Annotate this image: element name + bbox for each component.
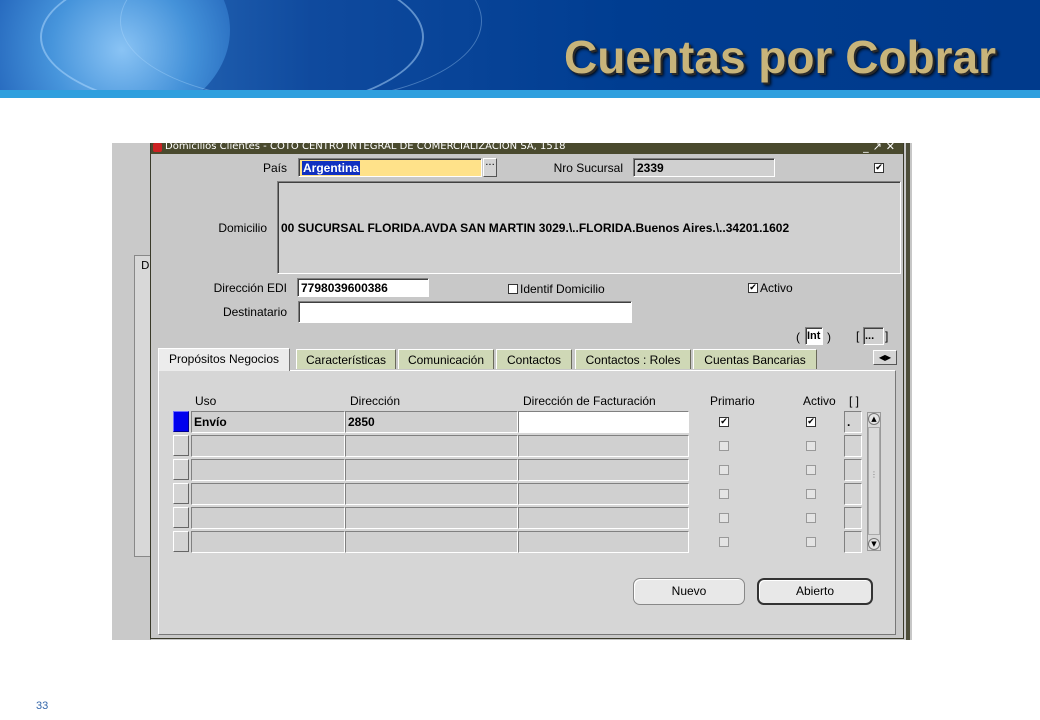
domicilios-window: Domicilios Clientes - COTO CENTRO INTEGR…: [150, 143, 904, 639]
maximize-icon[interactable]: ↗: [873, 143, 886, 153]
tab-contactos-roles[interactable]: Contactos : Roles: [575, 349, 691, 369]
primario-checkbox[interactable]: [719, 489, 729, 499]
facturacion-cell[interactable]: [518, 483, 689, 505]
destinatario-field[interactable]: [298, 301, 632, 323]
tab-scroll-arrows-icon[interactable]: ◀▶: [873, 350, 897, 365]
window-titlebar[interactable]: Domicilios Clientes - COTO CENTRO INTEGR…: [151, 143, 903, 154]
primario-checkbox[interactable]: [719, 465, 729, 475]
domicilio-label: Domicilio: [218, 221, 267, 235]
activo-checkbox[interactable]: ✔: [748, 283, 758, 293]
destinatario-label: Destinatario: [222, 305, 287, 319]
scroll-down-icon[interactable]: ▼: [868, 538, 880, 550]
tab-propositos[interactable]: Propósitos Negocios: [158, 348, 290, 371]
tab-comunicacion[interactable]: Comunicación: [398, 349, 494, 369]
row-selector[interactable]: [173, 411, 189, 432]
activo-checkbox[interactable]: [806, 513, 816, 523]
direccion-cell[interactable]: [345, 483, 518, 505]
lov-button[interactable]: ···: [483, 158, 497, 177]
facturacion-cell[interactable]: [518, 507, 689, 529]
activo-checkbox[interactable]: [806, 465, 816, 475]
activo-checkbox[interactable]: [806, 489, 816, 499]
row-selector[interactable]: [173, 435, 189, 456]
minimize-icon[interactable]: _: [863, 143, 873, 153]
col-primario: Primario: [710, 394, 755, 408]
tab-caracteristicas[interactable]: Características: [296, 349, 396, 369]
grid-scrollbar[interactable]: ▲ ⋮ ▼: [867, 412, 881, 551]
header-strip: [0, 90, 1040, 98]
window-controls[interactable]: _↗✕: [863, 143, 899, 153]
extra-cell[interactable]: [844, 459, 862, 481]
identif-label: Identif Domicilio: [520, 282, 605, 296]
pais-label: País: [262, 161, 287, 175]
page-number: 33: [36, 700, 49, 712]
scroll-thumb[interactable]: ⋮: [868, 427, 880, 535]
uso-cell[interactable]: Envío: [191, 411, 345, 433]
int-bracket: ): [827, 330, 831, 344]
scroll-up-icon[interactable]: ▲: [868, 413, 880, 425]
edi-label: Dirección EDI: [213, 281, 287, 295]
facturacion-cell[interactable]: [518, 531, 689, 553]
col-activo: Activo: [803, 394, 836, 408]
direccion-cell[interactable]: [345, 435, 518, 457]
uso-cell[interactable]: [191, 531, 345, 553]
close-icon[interactable]: ✕: [886, 143, 899, 153]
row-selector[interactable]: [173, 507, 189, 528]
more-field[interactable]: ...: [863, 327, 884, 345]
pais-value: Argentina: [302, 161, 361, 175]
tab-contactos[interactable]: Contactos: [496, 349, 572, 369]
identif-checkbox[interactable]: [508, 284, 518, 294]
primario-checkbox[interactable]: [719, 537, 729, 547]
row-selector[interactable]: [173, 531, 189, 552]
sucursal-label: Nro Sucursal: [553, 161, 623, 175]
slide-header-banner: Cuentas por Cobrar: [0, 0, 1040, 98]
direccion-cell[interactable]: [345, 531, 518, 553]
edi-field[interactable]: 7798039600386: [297, 278, 429, 297]
direccion-cell[interactable]: [345, 459, 518, 481]
pais-field[interactable]: Argentina: [298, 158, 482, 177]
direccion-cell[interactable]: 2850: [345, 411, 518, 433]
direccion-cell[interactable]: [345, 507, 518, 529]
uso-cell[interactable]: [191, 483, 345, 505]
tab-cuentas-bancarias[interactable]: Cuentas Bancarias: [693, 349, 817, 369]
primario-checkbox[interactable]: ✔: [719, 417, 729, 427]
activo-checkbox[interactable]: [806, 537, 816, 547]
extra-cell[interactable]: [844, 531, 862, 553]
col-extra: [ ]: [849, 394, 860, 408]
activo-checkbox[interactable]: [806, 441, 816, 451]
col-direccion: Dirección: [350, 394, 401, 408]
extra-cell[interactable]: .: [844, 411, 862, 433]
activo-checkbox[interactable]: ✔: [806, 417, 816, 427]
extra-cell[interactable]: [844, 483, 862, 505]
header-checkbox[interactable]: ✔: [874, 163, 884, 173]
extra-cell[interactable]: [844, 507, 862, 529]
window-title: Domicilios Clientes - COTO CENTRO INTEGR…: [165, 143, 566, 152]
col-uso: Uso: [195, 394, 217, 408]
row-selector[interactable]: [173, 483, 189, 504]
int-bracket: (: [796, 330, 800, 344]
uso-cell[interactable]: [191, 507, 345, 529]
extra-cell[interactable]: [844, 435, 862, 457]
col-facturacion: Dirección de Facturación: [523, 394, 656, 408]
background-label: D: [141, 259, 150, 272]
row-selector[interactable]: [173, 459, 189, 480]
background-window: D: [112, 143, 152, 640]
facturacion-cell[interactable]: [518, 435, 689, 457]
facturacion-cell[interactable]: [518, 459, 689, 481]
activo-label: Activo: [760, 281, 793, 295]
int-field[interactable]: Int: [805, 327, 823, 345]
primario-checkbox[interactable]: [719, 513, 729, 523]
more-bracket: ]: [885, 329, 889, 343]
primario-checkbox[interactable]: [719, 441, 729, 451]
uso-cell[interactable]: [191, 435, 345, 457]
abierto-button[interactable]: Abierto: [757, 578, 873, 605]
app-icon: [153, 143, 162, 152]
uso-cell[interactable]: [191, 459, 345, 481]
forms-screenshot: D Domicilios Clientes - COTO CENTRO INTE…: [112, 143, 912, 640]
domicilio-field[interactable]: 00 SUCURSAL FLORIDA.AVDA SAN MARTIN 3029…: [277, 181, 901, 274]
nuevo-button[interactable]: Nuevo: [633, 578, 745, 605]
facturacion-cell[interactable]: [518, 411, 689, 433]
sucursal-field[interactable]: 2339: [633, 158, 775, 177]
slide-title: Cuentas por Cobrar: [564, 31, 996, 83]
more-bracket: [: [856, 329, 860, 343]
